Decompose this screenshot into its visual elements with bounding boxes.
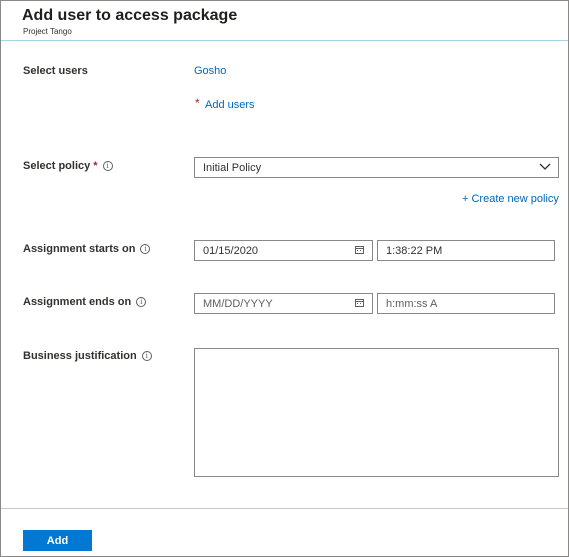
page-subtitle: Project Tango [23,27,72,36]
info-icon[interactable]: i [141,351,152,361]
panel-header: Add user to access package Project Tango [1,1,568,41]
select-policy-label: Select policy * i [23,160,113,172]
start-date-input[interactable]: 01/15/2020 [194,240,373,261]
required-marker: * [195,96,200,110]
dialog-panel: Add user to access package Project Tango… [0,0,569,557]
chevron-down-icon [539,163,551,170]
add-button[interactable]: Add [23,530,92,551]
select-users-label: Select users [23,65,88,77]
end-time-input[interactable]: h:mm:ss A [377,293,555,314]
business-justification-label: Business justification i [23,350,152,362]
start-time-value: 1:38:22 PM [386,244,443,257]
select-policy-label-text: Select policy [23,160,91,172]
info-icon[interactable]: i [140,244,151,254]
info-icon[interactable]: i [136,297,147,307]
selected-user-link[interactable]: Gosho [194,65,226,77]
policy-dropdown-value: Initial Policy [203,161,262,174]
assignment-start-label: Assignment starts on i [23,243,151,255]
assignment-end-label: Assignment ends on i [23,296,147,308]
calendar-icon[interactable] [355,299,364,307]
calendar-icon[interactable] [355,246,364,254]
required-marker: * [93,160,98,172]
info-icon[interactable]: i [102,161,113,171]
business-justification-textarea[interactable] [194,348,559,477]
end-time-placeholder: h:mm:ss A [386,297,438,310]
end-date-placeholder: MM/DD/YYYY [203,297,273,310]
footer-divider [1,508,568,509]
page-title: Add user to access package [22,7,238,24]
select-users-label-text: Select users [23,65,88,77]
start-date-value: 01/15/2020 [203,244,259,257]
assignment-start-label-text: Assignment starts on [23,243,136,255]
add-users-link[interactable]: Add users [205,99,255,111]
assignment-end-label-text: Assignment ends on [23,296,132,308]
create-new-policy-link[interactable]: + Create new policy [462,193,559,205]
start-time-input[interactable]: 1:38:22 PM [377,240,555,261]
end-date-input[interactable]: MM/DD/YYYY [194,293,373,314]
business-justification-label-text: Business justification [23,350,137,362]
policy-dropdown[interactable]: Initial Policy [194,157,559,178]
